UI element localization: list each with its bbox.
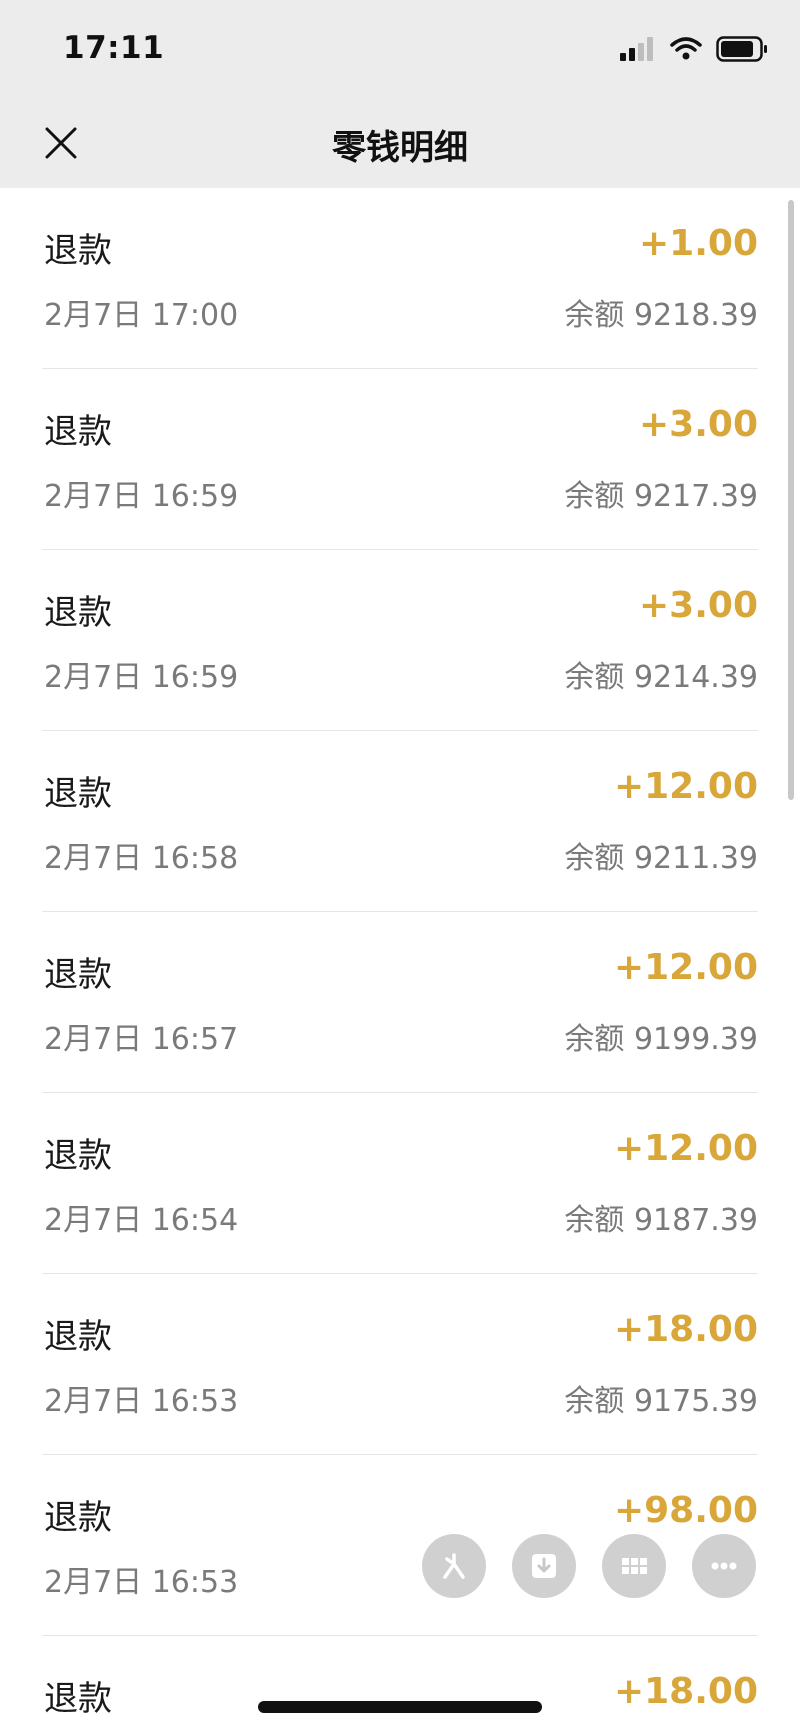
download-icon [532, 1554, 556, 1578]
transaction-list[interactable]: 退款 +1.00 2月7日 17:00 余额 9218.39 退款 +3.00 … [0, 188, 800, 1731]
transaction-row[interactable]: 退款 +18.00 [42, 1636, 758, 1731]
status-time: 17:11 [63, 30, 165, 66]
transaction-title: 退款 [44, 412, 112, 452]
transaction-time: 2月7日 16:58 [44, 841, 239, 876]
transaction-amount: +12.00 [613, 766, 758, 807]
transaction-amount: +3.00 [639, 585, 758, 626]
transaction-amount: +98.00 [613, 1490, 758, 1531]
transaction-amount: +12.00 [613, 1128, 758, 1169]
transaction-title: 退款 [44, 955, 112, 995]
signal-icon [620, 37, 653, 61]
transaction-amount: +3.00 [639, 404, 758, 445]
transaction-balance: 余额 9211.39 [564, 841, 758, 876]
more-button[interactable] [692, 1534, 756, 1598]
transaction-balance: 余额 9187.39 [564, 1203, 758, 1238]
status-icons [620, 34, 768, 64]
nav-bar: 零钱明细 [0, 100, 800, 188]
transaction-time: 2月7日 16:57 [44, 1022, 239, 1057]
transaction-row[interactable]: 退款 +1.00 2月7日 17:00 余额 9218.39 [42, 188, 758, 369]
status-bar: 17:11 [0, 0, 800, 100]
transaction-amount: +1.00 [639, 223, 758, 264]
transaction-amount: +18.00 [613, 1671, 758, 1712]
transaction-time: 2月7日 16:59 [44, 479, 239, 514]
transaction-time: 2月7日 16:53 [44, 1384, 239, 1419]
transaction-row[interactable]: 退款 +12.00 2月7日 16:57 余额 9199.39 [42, 912, 758, 1093]
download-button[interactable] [512, 1534, 576, 1598]
transaction-title: 退款 [44, 1136, 112, 1176]
transaction-balance: 余额 9199.39 [564, 1022, 758, 1057]
transaction-balance: 余额 9217.39 [564, 479, 758, 514]
transaction-time: 2月7日 16:54 [44, 1203, 239, 1238]
transaction-row[interactable]: 退款 +3.00 2月7日 16:59 余额 9217.39 [42, 369, 758, 550]
transaction-row[interactable]: 退款 +18.00 2月7日 16:53 余额 9175.39 [42, 1274, 758, 1455]
grid-button[interactable] [602, 1534, 666, 1598]
scrollbar[interactable] [788, 200, 794, 800]
grid-icon [622, 1558, 647, 1574]
transaction-title: 退款 [44, 231, 112, 271]
transaction-title: 退款 [44, 593, 112, 633]
transaction-time: 2月7日 16:59 [44, 660, 239, 695]
transaction-amount: +18.00 [613, 1309, 758, 1350]
floating-toolbar [422, 1534, 756, 1598]
transaction-row[interactable]: 退款 +12.00 2月7日 16:58 余额 9211.39 [42, 731, 758, 912]
sparkle-button[interactable] [422, 1534, 486, 1598]
transaction-amount: +12.00 [613, 947, 758, 988]
transaction-title: 退款 [44, 774, 112, 814]
transaction-balance: 余额 9214.39 [564, 660, 758, 695]
transaction-time: 2月7日 17:00 [44, 298, 239, 333]
battery-icon [716, 36, 767, 62]
page-title: 零钱明细 [332, 128, 468, 168]
home-indicator[interactable] [258, 1701, 542, 1713]
transaction-balance: 余额 9175.39 [564, 1384, 758, 1419]
transaction-row[interactable]: 退款 +3.00 2月7日 16:59 余额 9214.39 [42, 550, 758, 731]
sparkle-icon [443, 1553, 465, 1579]
wifi-icon [670, 37, 702, 60]
transaction-title: 退款 [44, 1498, 112, 1538]
transaction-row[interactable]: 退款 +12.00 2月7日 16:54 余额 9187.39 [42, 1093, 758, 1274]
transaction-title: 退款 [44, 1317, 112, 1357]
transaction-time: 2月7日 16:53 [44, 1565, 239, 1600]
transaction-balance: 余额 9218.39 [564, 298, 758, 333]
more-icon [711, 1562, 737, 1570]
transaction-title: 退款 [44, 1679, 112, 1719]
